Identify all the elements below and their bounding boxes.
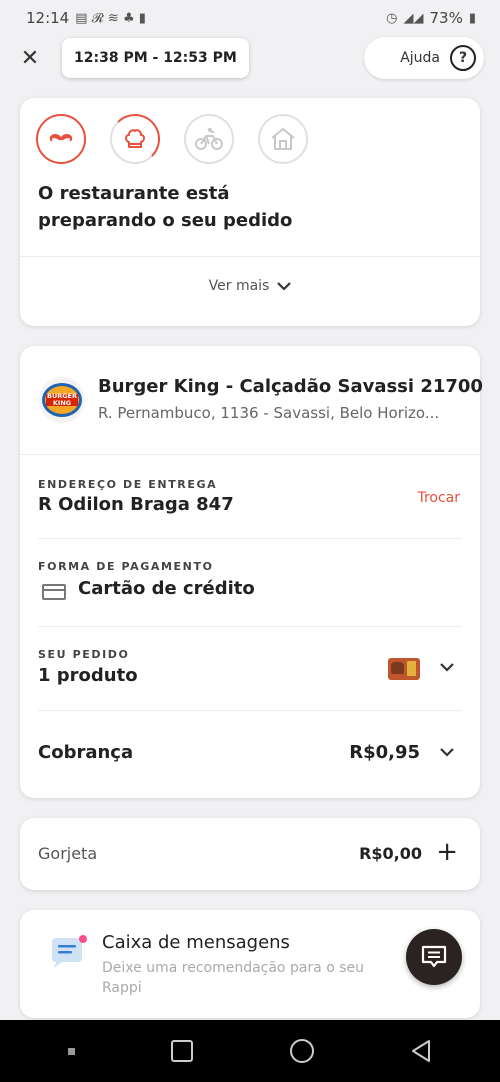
- credit-card-icon: [42, 584, 66, 600]
- help-icon: ?: [450, 45, 476, 71]
- chevron-down-icon: [277, 281, 292, 291]
- divider: [20, 256, 480, 257]
- nav-back-icon[interactable]: [410, 1039, 432, 1063]
- order-items-label: SEU PEDIDO: [38, 648, 130, 661]
- delivery-address-value: R Odilon Braga 847: [38, 494, 234, 515]
- help-button[interactable]: Ajuda ?: [364, 37, 484, 79]
- order-progress-steps: [36, 114, 308, 164]
- divider: [38, 710, 462, 711]
- nav-home-icon[interactable]: [289, 1039, 314, 1063]
- top-bar: ✕ 12:38 PM - 12:53 PM Ajuda ?: [0, 36, 500, 96]
- status-bar: 12:14 ▤ 𝓡 ≋ ♣ ▮ ◷ ◢◢ 73% ▮: [0, 0, 500, 36]
- chef-hat-icon: [125, 129, 145, 148]
- close-icon: ✕: [20, 45, 40, 71]
- step-delivered: [258, 114, 308, 164]
- messages-title: Caixa de mensagens: [102, 932, 290, 953]
- bike-icon: [195, 128, 223, 150]
- divider: [38, 626, 462, 627]
- nav-overview-icon[interactable]: [171, 1040, 194, 1062]
- product-thumbnail: [388, 658, 420, 680]
- order-status-card: O restaurante está preparando o seu pedi…: [20, 98, 480, 326]
- notification-icons: ▤ 𝓡 ≋ ♣ ▮: [75, 10, 146, 26]
- payment-method-label: FORMA DE PAGAMENTO: [38, 560, 214, 573]
- svg-text:KING: KING: [53, 399, 71, 407]
- divider: [20, 454, 480, 455]
- alarm-icon: ◷: [386, 10, 398, 26]
- step-preparing: [110, 114, 160, 164]
- messages-subtitle: Deixe uma recomendação para o seu Rappi: [102, 960, 364, 996]
- divider: [38, 538, 462, 539]
- message-bubble-icon: [52, 935, 87, 968]
- delivery-address-label: ENDEREÇO DE ENTREGA: [38, 478, 218, 491]
- step-on-the-way: [184, 114, 234, 164]
- delivery-time-window: 12:38 PM - 12:53 PM: [62, 38, 249, 78]
- order-items-count: 1 produto: [38, 665, 138, 686]
- add-tip-icon[interactable]: +: [436, 838, 458, 866]
- see-more-button[interactable]: Ver mais: [20, 278, 480, 294]
- charge-label: Cobrança: [38, 742, 134, 763]
- battery-percent: 73%: [429, 9, 463, 27]
- payment-method-value: Cartão de crédito: [78, 578, 255, 599]
- tip-card[interactable]: Gorjeta R$0,00 +: [20, 818, 480, 890]
- order-status-message: O restaurante está preparando o seu pedi…: [38, 183, 293, 231]
- store-name: Burger King - Calçadão Savassi 21700: [98, 376, 483, 397]
- step-confirmed: [36, 114, 86, 164]
- see-more-label: Ver mais: [208, 278, 270, 294]
- status-bar-left: 12:14 ▤ 𝓡 ≋ ♣ ▮: [26, 9, 146, 27]
- chat-icon: [421, 945, 447, 968]
- time-window-text: 12:38 PM - 12:53 PM: [74, 50, 237, 66]
- system-navigation-bar: [0, 1020, 500, 1082]
- help-label: Ajuda: [400, 50, 440, 66]
- burger-king-logo: BURGER KING: [39, 377, 85, 423]
- home-icon: [271, 128, 295, 150]
- mustache-icon: [49, 134, 73, 142]
- close-button[interactable]: ✕: [16, 44, 44, 72]
- charge-expand-chevron-icon[interactable]: [440, 748, 454, 757]
- order-details-card: BURGER KING Burger King - Calçadão Savas…: [20, 346, 483, 798]
- tip-value: R$0,00: [359, 844, 422, 863]
- change-address-link[interactable]: Trocar: [417, 490, 460, 506]
- chat-button[interactable]: [406, 929, 462, 985]
- battery-icon: ▮: [468, 10, 476, 26]
- store-address: R. Pernambuco, 1136 - Savassi, Belo Hori…: [98, 404, 440, 422]
- charge-value: R$0,95: [349, 742, 420, 763]
- signal-icon: ◢◢: [403, 10, 424, 26]
- status-bar-right: ◷ ◢◢ 73% ▮: [386, 9, 476, 27]
- order-expand-chevron-icon[interactable]: [440, 663, 454, 672]
- tip-label: Gorjeta: [38, 844, 98, 863]
- status-time: 12:14: [26, 9, 70, 27]
- nav-recents-dot-icon[interactable]: [68, 1047, 76, 1055]
